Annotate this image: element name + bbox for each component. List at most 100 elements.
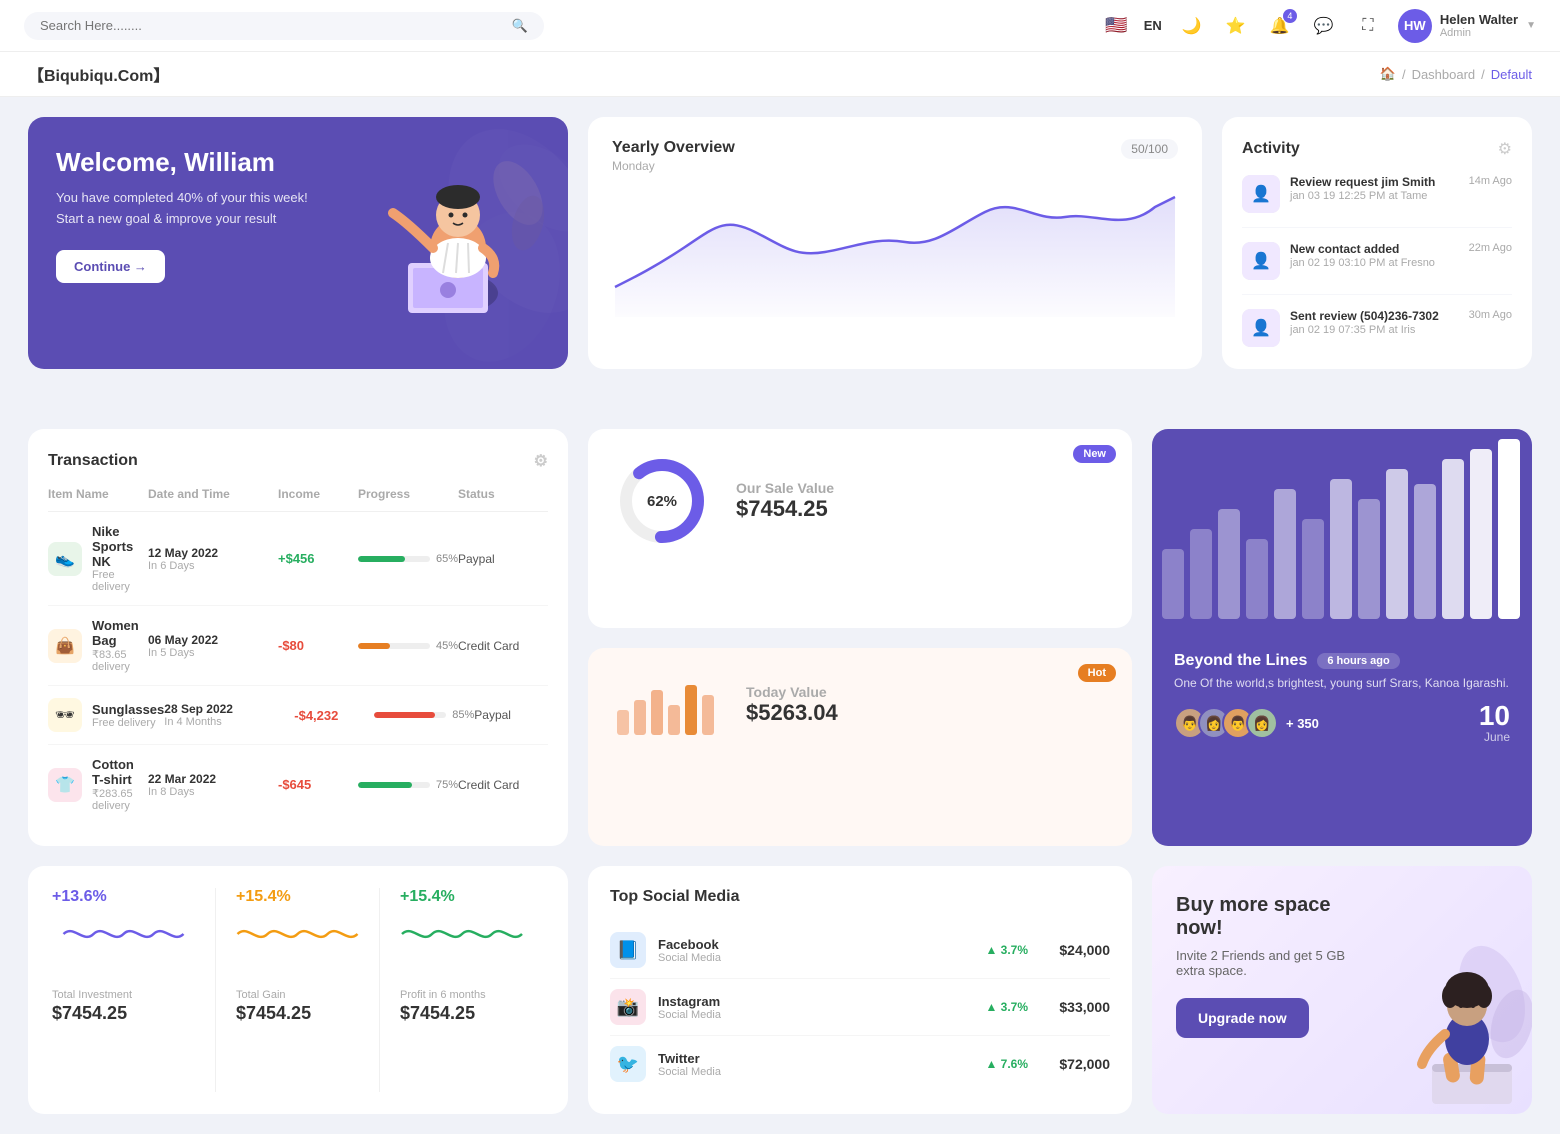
col-item-name: Item Name (48, 487, 148, 501)
sale-info: Our Sale Value $7454.25 (736, 480, 834, 522)
activity-item-time: 14m Ago (1469, 175, 1512, 187)
item-date-main: 28 Sep 2022 (164, 702, 294, 716)
social-name: Facebook Social Media (658, 937, 973, 964)
main-content: Welcome, William You have completed 40% … (0, 97, 1560, 429)
item-name: Cotton T-shirt (92, 757, 148, 787)
promo-card: Buy more space now! Invite 2 Friends and… (1152, 866, 1532, 1114)
stat-value: $7454.25 (400, 1003, 524, 1024)
lower-content: Transaction ⚙ Item Name Date and Time In… (0, 429, 1560, 1134)
stat-value: $7454.25 (52, 1003, 195, 1024)
today-value: $5263.04 (746, 700, 838, 726)
activity-thumb: 👤 (1242, 309, 1280, 347)
transaction-gear-icon[interactable]: ⚙ (534, 451, 548, 471)
item-icon: 👕 (48, 768, 82, 802)
stat-wave-chart (52, 914, 195, 954)
home-icon[interactable]: 🏠 (1380, 66, 1396, 82)
item-date-sub: In 6 Days (148, 560, 278, 572)
yearly-overview-title: Yearly Overview (612, 139, 735, 157)
beyond-card: Beyond the Lines 6 hours ago One Of the … (1152, 429, 1532, 846)
beyond-avatars: 👨 👩 👨 👩 (1174, 707, 1278, 739)
today-bar-chart (612, 670, 722, 740)
social-platform-name: Twitter (658, 1051, 973, 1066)
upgrade-button[interactable]: Upgrade now (1176, 998, 1309, 1038)
item-progress: 85% (374, 709, 474, 721)
flag-icon: 🇺🇸 (1105, 15, 1127, 36)
svg-text:👤: 👤 (1251, 318, 1271, 337)
notification-icon[interactable]: 🔔 4 (1266, 12, 1294, 40)
activity-header: Activity ⚙ (1242, 139, 1512, 159)
social-row: 🐦 Twitter Social Media ▲ 7.6% $72,000 (610, 1036, 1110, 1092)
breadcrumb-current: Default (1491, 67, 1532, 82)
transaction-title: Transaction ⚙ (48, 451, 548, 471)
item-status: Paypal (474, 708, 564, 722)
activity-text: Sent review (504)236-7302 jan 02 19 07:3… (1290, 309, 1459, 336)
activity-item-detail: jan 03 19 12:25 PM at Tame (1290, 190, 1459, 202)
svg-text:👤: 👤 (1251, 184, 1271, 203)
stat-item-0: +13.6% Total Investment $7454.25 (52, 888, 216, 1092)
social-media-card: Top Social Media 📘 Facebook Social Media… (588, 866, 1132, 1114)
yearly-overview-progress: 50/100 (1121, 139, 1178, 159)
stat-item-1: +15.4% Total Gain $7454.25 (216, 888, 380, 1092)
today-label: Today Value (746, 684, 838, 700)
hot-badge: Hot (1078, 664, 1116, 682)
social-icon: 📘 (610, 932, 646, 968)
breadcrumb-separator2: / (1481, 67, 1485, 82)
progress-pct: 45% (436, 640, 458, 652)
beyond-avatars-group: 👨 👩 👨 👩 + 350 (1174, 707, 1319, 739)
activity-item: 👤 Review request jim Smith jan 03 19 12:… (1242, 175, 1512, 228)
activity-thumb: 👤 (1242, 175, 1280, 213)
activity-thumb: 👤 (1242, 242, 1280, 280)
social-icon: 🐦 (610, 1046, 646, 1082)
search-icon: 🔍 (512, 18, 528, 34)
progress-pct: 85% (452, 709, 474, 721)
beyond-date: 10 June (1479, 702, 1510, 744)
activity-item-title: Sent review (504)236-7302 (1290, 309, 1459, 323)
social-value: $72,000 (1040, 1056, 1110, 1072)
activity-item: 👤 New contact added jan 02 19 03:10 PM a… (1242, 242, 1512, 295)
topnav: 🔍 🇺🇸 EN 🌙 ⭐ 🔔 4 💬 ⛶ HW Helen Walter Admi… (0, 0, 1560, 52)
expand-icon[interactable]: ⛶ (1354, 12, 1382, 40)
activity-gear-icon[interactable]: ⚙ (1498, 139, 1512, 159)
progress-pct: 75% (436, 779, 458, 791)
user-menu[interactable]: HW Helen Walter Admin ▼ (1398, 9, 1536, 43)
yearly-overview-card: Yearly Overview Monday 50/100 (588, 117, 1202, 369)
col-income: Income (278, 487, 358, 501)
donut-wrap: 62% Our Sale Value $7454.25 (612, 451, 1108, 551)
yearly-overview-chart (612, 177, 1178, 317)
continue-button[interactable]: Continue → (56, 250, 165, 283)
star-icon[interactable]: ⭐ (1222, 12, 1250, 40)
activity-item-detail: jan 02 19 03:10 PM at Fresno (1290, 257, 1459, 269)
progress-fill (358, 782, 412, 788)
search-bar[interactable]: 🔍 (24, 12, 544, 40)
item-income: -$4,232 (294, 708, 374, 723)
stat-label: Total Investment (52, 989, 195, 1001)
beyond-date-day: 10 (1479, 702, 1510, 730)
item-date-sub: In 5 Days (148, 647, 278, 659)
message-icon[interactable]: 💬 (1310, 12, 1338, 40)
breadcrumb-dashboard[interactable]: Dashboard (1412, 67, 1476, 82)
item-details: Nike Sports NK Free delivery (92, 524, 148, 593)
social-media-title: Top Social Media (610, 888, 1110, 906)
search-input[interactable] (40, 18, 504, 33)
social-platform-sub: Social Media (658, 1009, 973, 1021)
stat-wave-chart (236, 914, 359, 954)
item-date-main: 12 May 2022 (148, 546, 278, 560)
progress-fill (358, 556, 405, 562)
welcome-card: Welcome, William You have completed 40% … (28, 117, 568, 369)
social-platform-sub: Social Media (658, 1066, 973, 1078)
beyond-chart (1152, 429, 1532, 629)
dark-mode-icon[interactable]: 🌙 (1178, 12, 1206, 40)
stat-pct: +13.6% (52, 888, 195, 906)
col-date: Date and Time (148, 487, 278, 501)
item-name: Nike Sports NK (92, 524, 148, 569)
lang-label[interactable]: EN (1144, 18, 1162, 33)
progress-pct: 65% (436, 553, 458, 565)
item-progress: 75% (358, 779, 458, 791)
item-details: Sunglasses Free delivery (92, 702, 164, 729)
item-info: 👕 Cotton T-shirt ₹283.65 delivery (48, 757, 148, 812)
svg-text:👤: 👤 (1251, 251, 1271, 270)
item-date-main: 22 Mar 2022 (148, 772, 278, 786)
avatar: HW (1398, 9, 1432, 43)
item-date: 22 Mar 2022 In 8 Days (148, 772, 278, 798)
progress-bar (358, 643, 430, 649)
